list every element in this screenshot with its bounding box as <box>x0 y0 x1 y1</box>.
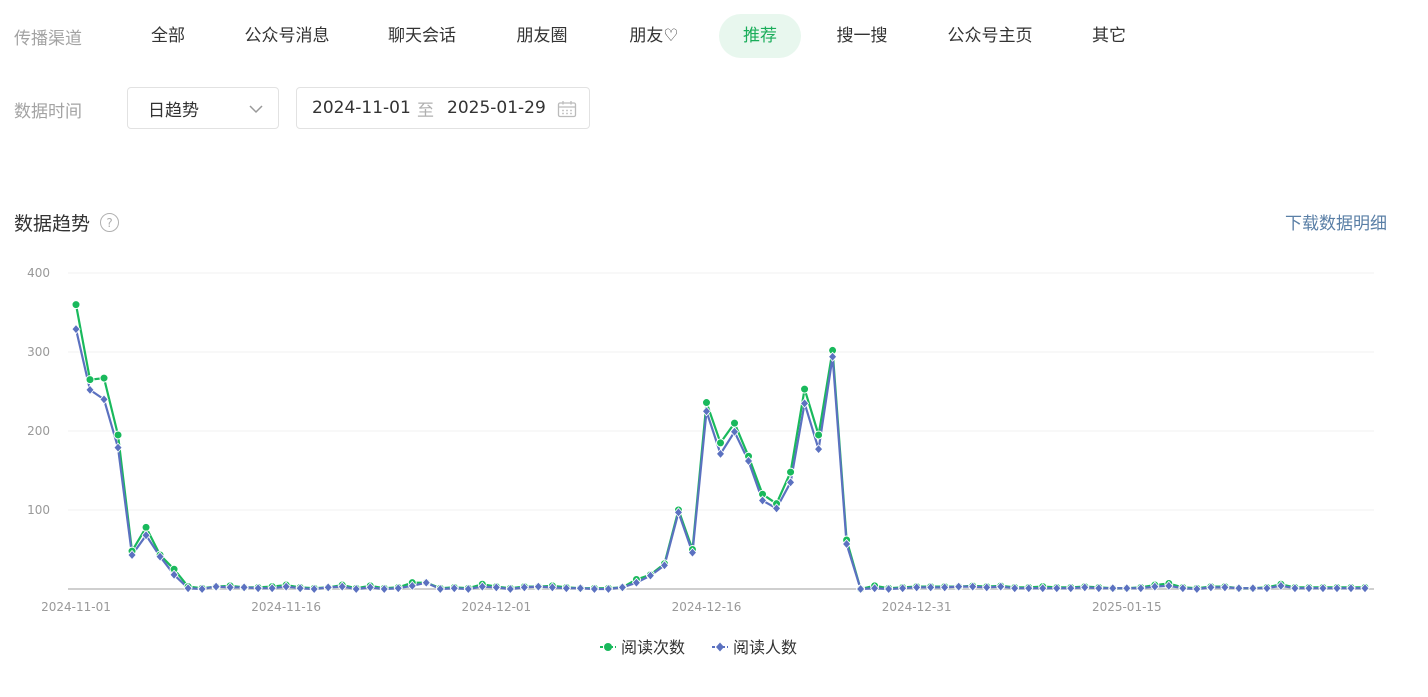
data-point <box>786 467 796 477</box>
x-tick-label: 2024-12-31 <box>882 600 952 614</box>
channel-tab-2[interactable]: 聊天会话 <box>364 14 480 58</box>
date-start[interactable]: 2024-11-01 <box>312 98 411 118</box>
data-point <box>814 430 824 440</box>
data-point <box>71 323 81 335</box>
section-title-block: 数据趋势 ? <box>14 209 120 236</box>
x-tick-label: 2024-11-16 <box>251 600 321 614</box>
legend-marker <box>716 642 724 652</box>
y-tick-label: 400 <box>27 266 50 280</box>
data-point <box>814 444 824 455</box>
data-point <box>800 384 810 394</box>
channel-tab-3[interactable]: 朋友圈 <box>493 14 592 58</box>
x-tick-label: 2024-12-16 <box>672 600 742 614</box>
channel-tab-0[interactable]: 全部 <box>127 14 209 58</box>
channel-tab-1[interactable]: 公众号消息 <box>221 14 354 58</box>
channel-tab-8[interactable]: 其它 <box>1068 14 1150 58</box>
data-point <box>99 373 109 383</box>
y-tick-label: 300 <box>27 345 50 359</box>
channel-tab-7[interactable]: 公众号主页 <box>924 14 1057 58</box>
x-tick-label: 2025-01-15 <box>1092 600 1162 614</box>
section-title: 数据趋势 <box>14 213 91 235</box>
download-details-link[interactable]: 下载数据明细 <box>1285 209 1387 234</box>
data-point <box>716 438 725 448</box>
help-icon[interactable]: ? <box>100 213 120 232</box>
series-line-1 <box>74 328 1365 591</box>
data-point <box>71 300 81 310</box>
date-range-picker[interactable]: 2024-11-01 至 2025-01-29 <box>296 87 590 129</box>
data-point <box>701 398 711 408</box>
time-label: 数据时间 <box>14 101 82 122</box>
y-tick-label: 100 <box>27 503 50 517</box>
granularity-select[interactable]: 日趋势 <box>127 87 279 129</box>
trend-chart: 100 200 300 400 2024-11-01 2024-11-16 2024-12-… <box>27 266 1374 657</box>
channel-tab-5[interactable]: 推荐 <box>719 14 801 58</box>
channel-tab-4[interactable]: 朋友♡ <box>605 14 702 58</box>
channel-label: 传播渠道 <box>14 28 82 49</box>
channel-tab-6[interactable]: 搜一搜 <box>813 14 912 58</box>
date-separator: 至 <box>417 100 434 121</box>
time-filter-row: 数据时间 日趋势 2024-11-01 至 2025-01-29 <box>14 87 1414 131</box>
legend-marker <box>604 643 612 651</box>
legend-label: 阅读次数 <box>621 638 685 657</box>
y-tick-label: 200 <box>27 424 50 438</box>
date-end[interactable]: 2025-01-29 <box>447 98 546 118</box>
data-point <box>85 375 95 385</box>
x-tick-label: 2024-11-01 <box>41 600 111 614</box>
channel-filter-row: 传播渠道 全部 公众号消息 聊天会话 朋友圈 朋友♡ 推荐 搜一搜 公众号主页 其它 <box>14 14 1414 58</box>
x-tick-label: 2024-12-01 <box>461 600 531 614</box>
chevron-down-icon <box>249 105 263 114</box>
calendar-icon[interactable] <box>557 100 577 118</box>
granularity-value: 日趋势 <box>148 100 199 121</box>
data-point <box>730 418 740 428</box>
data-point <box>113 430 123 440</box>
legend-label: 阅读人数 <box>733 638 797 657</box>
